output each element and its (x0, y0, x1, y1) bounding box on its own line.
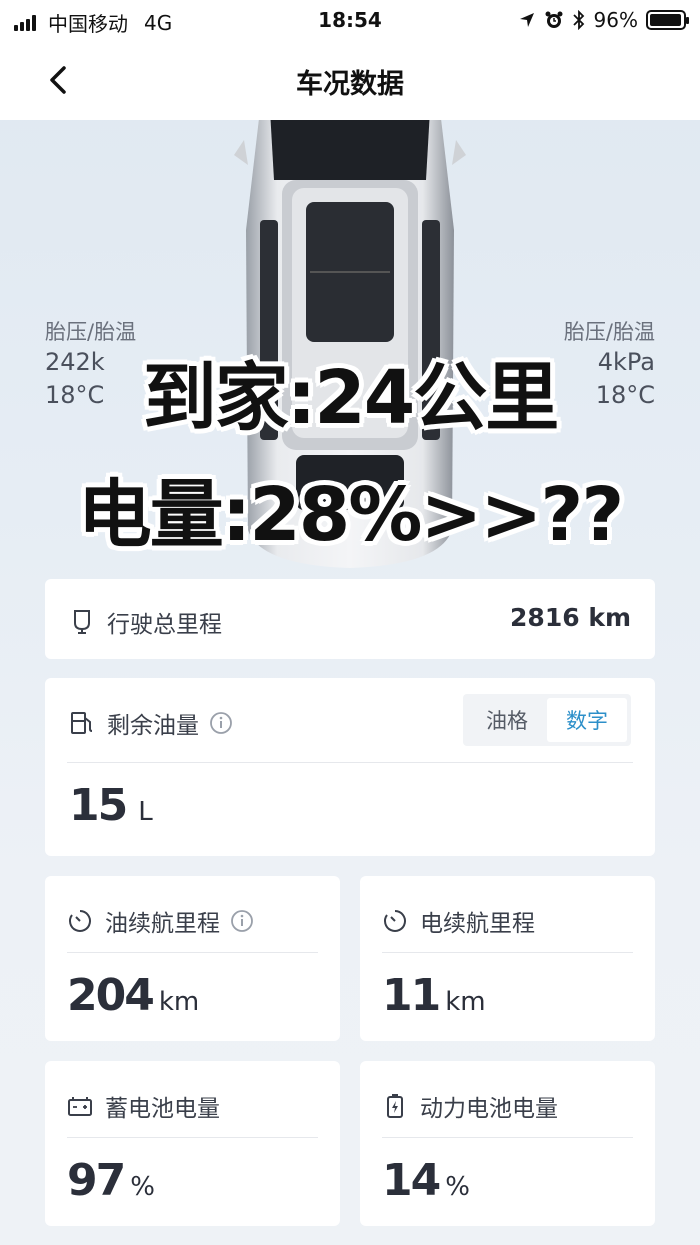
location-arrow-icon (519, 13, 534, 27)
odometer-card: 行驶总里程 2816 km (45, 579, 655, 659)
info-icon[interactable] (230, 909, 254, 933)
power-battery-card: 动力电池电量 14 % (360, 1061, 655, 1226)
status-right: 96% (518, 8, 689, 32)
power-battery-label: 动力电池电量 (420, 1096, 558, 1122)
power-battery-unit: % (445, 1172, 470, 1202)
divider (382, 1137, 633, 1138)
fuel-display-toggle: 油格 数字 (463, 694, 631, 746)
fuel-label: 剩余油量 (107, 713, 199, 739)
ev-range-label-row: 电续航里程 (382, 904, 535, 938)
fuel-pump-icon (71, 712, 93, 734)
toggle-fuel-number[interactable]: 数字 (547, 698, 627, 742)
battery-12v-value-row: 97 % (67, 1155, 155, 1206)
divider (67, 1137, 318, 1138)
battery-charge-icon (387, 1094, 403, 1118)
battery-12v-card: 蓄电池电量 97 % (45, 1061, 340, 1226)
fuel-range-card: 油续航里程 204 km (45, 876, 340, 1041)
fuel-card: 剩余油量 油格 数字 15 L (45, 678, 655, 856)
ev-range-card: 电续航里程 11 km (360, 876, 655, 1041)
battery-12v-value: 97 (67, 1155, 126, 1206)
gauge-icon (69, 910, 91, 932)
fuel-range-label-row: 油续航里程 (67, 904, 254, 938)
overlay-caption-line1: 到家:24公里 (142, 355, 560, 441)
fuel-range-label: 油续航里程 (105, 911, 220, 937)
toggle-fuel-bars[interactable]: 油格 (467, 698, 547, 742)
gauge-icon (384, 910, 406, 932)
info-icon[interactable] (209, 711, 233, 735)
bluetooth-icon (572, 10, 584, 30)
car-battery-icon (68, 1097, 92, 1116)
fuel-range-value: 204 (67, 970, 155, 1021)
divider (67, 762, 633, 763)
power-battery-label-row: 动力电池电量 (382, 1089, 558, 1123)
odometer-icon (74, 610, 90, 634)
ev-range-value-row: 11 km (382, 970, 486, 1021)
divider (382, 952, 633, 953)
battery-percent: 96% (593, 8, 638, 32)
ev-range-unit: km (445, 987, 486, 1017)
odometer-label-row: 行驶总里程 (69, 605, 222, 639)
power-battery-value-row: 14 % (382, 1155, 470, 1206)
vehicle-hero: 胎压/胎温 242k 18°C 胎压/胎温 4kPa 18°C 到家:24公里 … (0, 120, 700, 575)
ev-range-value: 11 (382, 970, 441, 1021)
status-bar: 中国移动 4G 18:54 96% (0, 0, 700, 40)
odometer-label: 行驶总里程 (107, 612, 222, 638)
nav-bar: 车况数据 (0, 40, 700, 120)
battery-12v-label: 蓄电池电量 (105, 1096, 220, 1122)
page-title: 车况数据 (296, 69, 404, 100)
fuel-value: 15 (69, 780, 128, 831)
fuel-label-row: 剩余油量 (69, 706, 233, 740)
battery-12v-unit: % (130, 1172, 155, 1202)
battery-icon (646, 10, 689, 30)
fuel-value-row: 15 L (69, 780, 153, 831)
power-battery-value: 14 (382, 1155, 441, 1206)
fuel-unit: L (138, 797, 153, 827)
fuel-range-value-row: 204 km (67, 970, 199, 1021)
fuel-range-unit: km (158, 987, 200, 1017)
alarm-icon (545, 11, 563, 28)
divider (67, 952, 318, 953)
battery-12v-label-row: 蓄电池电量 (67, 1089, 220, 1123)
ev-range-label: 电续航里程 (420, 911, 535, 937)
odometer-value: 2816 km (510, 603, 631, 632)
overlay-caption-line2: 电量:28%>>?? (77, 472, 625, 558)
